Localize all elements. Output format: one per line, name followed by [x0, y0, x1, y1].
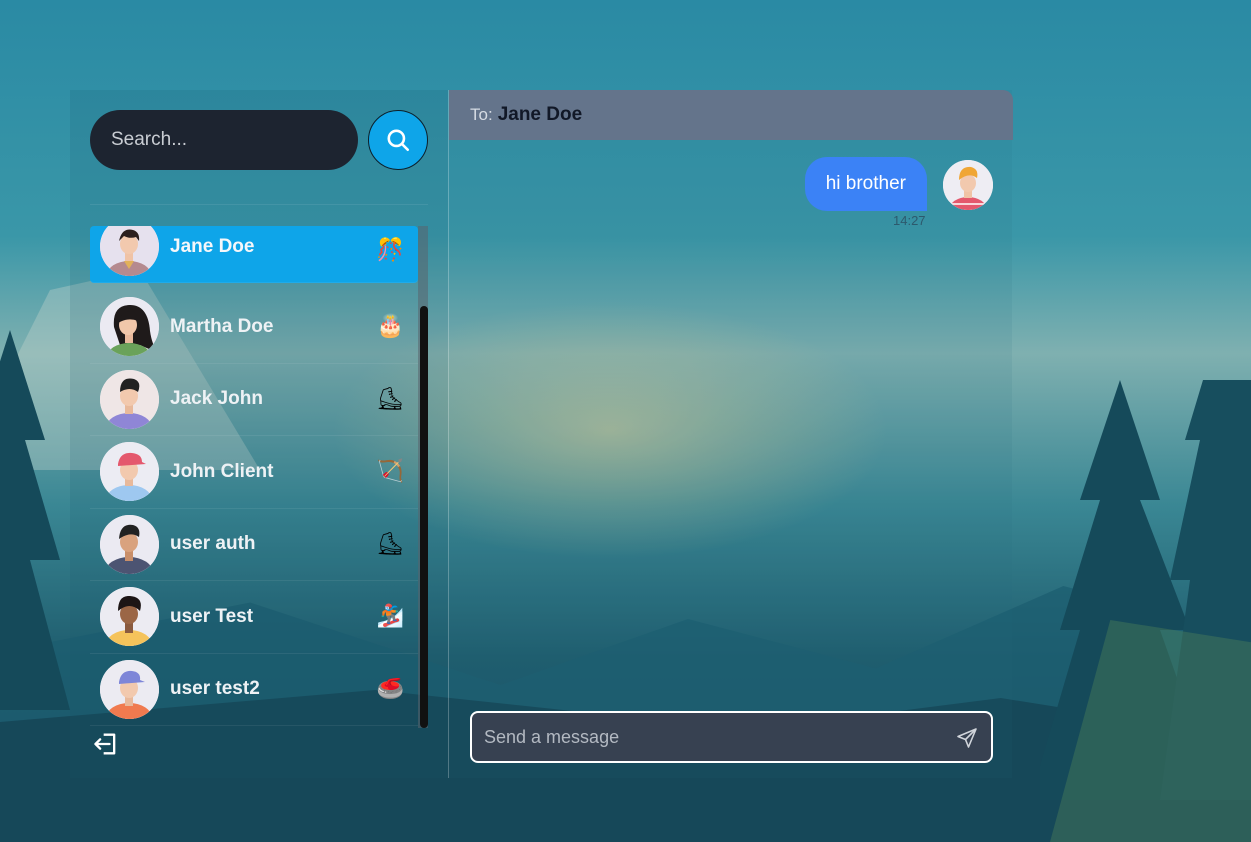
conversation-name: John Client	[170, 460, 274, 482]
conversation-name: user auth	[170, 533, 256, 555]
avatar	[100, 297, 159, 357]
chat-panel: To: Jane Doe hi brother 14:27	[448, 90, 1013, 778]
divider	[90, 204, 428, 205]
search-icon	[387, 129, 410, 152]
conversation-name: Jack John	[170, 388, 263, 410]
sidebar: Jane Doe 🎊 Martha Doe 🎂	[70, 90, 448, 778]
avatar	[100, 442, 159, 502]
status-emoji: 🏂	[376, 604, 404, 630]
avatar	[100, 369, 159, 429]
conversation-item[interactable]: John Client 🏹	[90, 436, 418, 509]
pine-tree-left	[0, 330, 70, 710]
avatar	[100, 226, 159, 276]
recipient-name: Jane Doe	[497, 104, 583, 125]
message-composer	[470, 711, 993, 763]
message-timestamp: 14:27	[893, 213, 926, 228]
status-emoji: 🎊	[376, 238, 404, 263]
search-input[interactable]	[111, 129, 341, 151]
conversation-item[interactable]: Martha Doe 🎂	[90, 291, 418, 364]
status-emoji: ⛸	[376, 531, 404, 557]
chat-header: To: Jane Doe	[449, 90, 1013, 140]
conversation-name: Martha Doe	[170, 315, 274, 337]
conversation-item[interactable]: user auth ⛸	[90, 509, 418, 581]
avatar	[100, 514, 159, 574]
avatar	[100, 659, 159, 719]
logout-icon	[94, 733, 116, 755]
search-bar	[90, 110, 358, 170]
avatar	[100, 587, 159, 647]
sender-avatar	[943, 160, 993, 210]
message-text: hi brother	[825, 173, 906, 194]
conversation-name: user Test	[170, 605, 254, 627]
status-emoji: 🎂	[376, 314, 404, 340]
send-button[interactable]	[955, 726, 979, 750]
status-emoji: ⛸	[376, 386, 404, 412]
status-emoji: 🥌	[376, 676, 404, 702]
scrollbar-thumb[interactable]	[420, 306, 428, 728]
message-bubble: hi brother	[804, 157, 927, 211]
conversation-name: Jane Doe	[170, 236, 255, 257]
send-icon	[957, 728, 977, 748]
conversation-name: user test2	[170, 678, 260, 700]
search-button[interactable]	[368, 110, 428, 170]
conversation-list: Jane Doe 🎊 Martha Doe 🎂 Jack John ⛸ John…	[90, 226, 418, 728]
conversation-item[interactable]: user Test 🏂	[90, 581, 418, 654]
message-input[interactable]	[484, 726, 934, 748]
conversation-item[interactable]: Jane Doe 🎊	[90, 226, 418, 283]
logout-button[interactable]	[92, 730, 120, 758]
to-label: To:	[470, 105, 493, 124]
conversation-item[interactable]: user test2 🥌	[90, 654, 418, 726]
conversation-item[interactable]: Jack John ⛸	[90, 364, 418, 436]
status-emoji: 🏹	[376, 459, 404, 485]
